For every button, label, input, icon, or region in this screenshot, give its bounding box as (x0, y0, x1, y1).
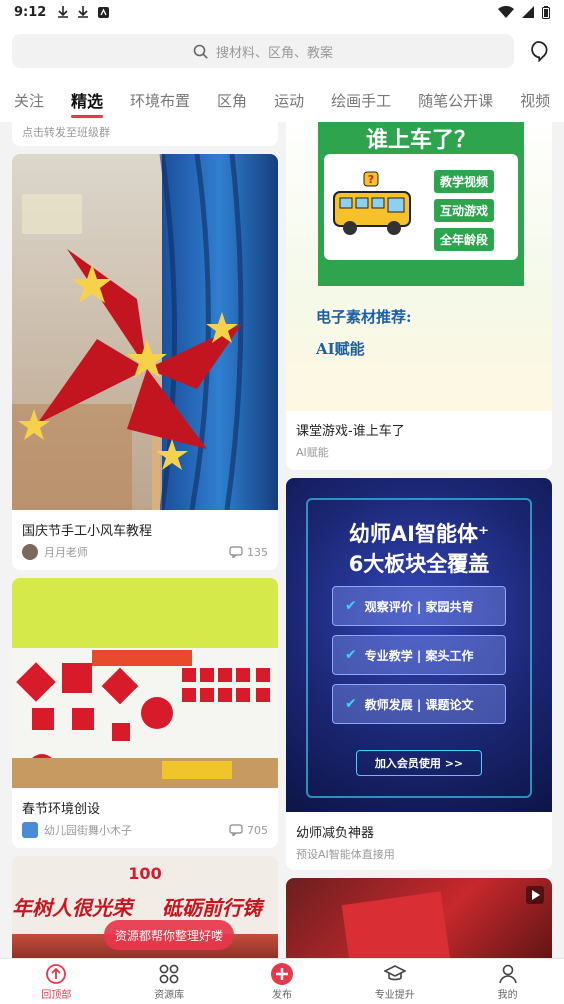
back-to-top-icon (46, 964, 67, 984)
poster-item: ✔ 教师发展 | 课题论文 (332, 684, 506, 724)
video-thumbnail (286, 878, 552, 958)
bottom-navigation: 回顶部 资源库 发布 专业提升 我的 (0, 958, 564, 1004)
poster-headline: 谁上车了？ (365, 128, 476, 153)
signal-icon (522, 6, 534, 18)
pinwheel-photo (12, 154, 278, 510)
user-icon (498, 964, 517, 984)
battery-icon (542, 5, 550, 19)
author-name: 幼儿园街舞小木子 (44, 824, 132, 837)
banner-text-right: 砥砺前行铸 (162, 896, 262, 920)
nav-resource-library[interactable]: 资源库 (113, 959, 226, 1004)
banner-text-left: 年树人很光荣 (12, 896, 132, 920)
comment-count: 705 (229, 824, 268, 837)
card-subtitle: AI赋能 (296, 446, 329, 459)
check-icon: ✔ (345, 598, 357, 614)
tab-featured[interactable]: 精选 (71, 88, 104, 118)
card-meta: 幼儿园街舞小木子 705 (12, 822, 278, 838)
school-bus-illustration: ? (333, 171, 411, 235)
video-play-icon (526, 886, 544, 904)
nav-back-to-top[interactable]: 回顶部 (0, 959, 113, 1004)
tab-video[interactable]: 视频 (520, 90, 550, 111)
poster-tag: 教学视频 (434, 170, 495, 193)
poster-headline1: 幼师AI智能体⁺ (348, 522, 490, 546)
tab-follow[interactable]: 关注 (14, 90, 44, 111)
poster-headline2: 6大板块全覆盖 (348, 552, 490, 576)
search-input[interactable]: 搜材料、区角、教案 (12, 34, 514, 68)
author-name: 月月老师 (44, 546, 88, 559)
app-notification-icon (98, 6, 110, 18)
tab-drawing-craft[interactable]: 绘画手工 (331, 90, 391, 111)
comment-count: 135 (229, 546, 268, 559)
grid-icon (159, 964, 179, 984)
avatar (22, 544, 38, 560)
avatar (22, 822, 38, 838)
tab-essay-open-class[interactable]: 随笔公开课 (418, 90, 493, 111)
card-meta: 月月老师 135 (12, 544, 278, 560)
clock: 9:12 (14, 4, 47, 20)
ai-agent-poster: 幼师AI智能体⁺ 6大板块全覆盖 ✔ 观察评价 | 家园共育 ✔ 专业教学 | … (286, 478, 552, 812)
tab-sports[interactable]: 运动 (274, 90, 304, 111)
card-title: 课堂游戏-谁上车了 (296, 424, 405, 439)
bus-game-poster: 谁上车了？ ? 教学视频 互动游戏 全年龄段 电子素材推荐: AI赋能 (286, 122, 552, 411)
join-member-button[interactable]: 加入会员使用 >> (356, 750, 482, 776)
feed-card[interactable]: 春节环境创设 幼儿园街舞小木子 705 (12, 578, 278, 848)
poster-line2: AI赋能 (316, 340, 365, 358)
wifi-icon (498, 6, 514, 18)
poster-item: ✔ 专业教学 | 案头工作 (332, 635, 506, 675)
toast-message: 资源都帮你整理好喽 (104, 920, 234, 950)
feed-card[interactable] (286, 878, 552, 958)
feed-card[interactable]: 谁上车了？ ? 教学视频 互动游戏 全年龄段 电子素材推荐: AI赋能 课堂游戏… (286, 122, 552, 470)
nav-professional-growth[interactable]: 专业提升 (338, 959, 451, 1004)
nav-mine[interactable]: 我的 (451, 959, 564, 1004)
check-icon: ✔ (345, 696, 357, 712)
comment-icon (229, 824, 243, 836)
comment-icon (229, 546, 243, 558)
feed-card[interactable]: 幼师AI智能体⁺ 6大板块全覆盖 ✔ 观察评价 | 家园共育 ✔ 专业教学 | … (286, 478, 552, 870)
search-placeholder: 搜材料、区角、教案 (215, 45, 333, 61)
category-tabs: 关注 精选 环境布置 区角 运动 绘画手工 随笔公开课 视频 (0, 78, 564, 122)
plus-icon (270, 963, 293, 985)
search-icon (193, 44, 208, 59)
message-icon[interactable] (528, 40, 550, 62)
svg-text:?: ? (368, 173, 374, 186)
poster-line1: 电子素材推荐: (316, 308, 412, 326)
card-subtitle: 预设AI智能体直接用 (296, 848, 395, 861)
poster-tags: 教学视频 互动游戏 全年龄段 (434, 170, 495, 251)
poster-item: ✔ 观察评价 | 家园共育 (332, 586, 506, 626)
check-icon: ✔ (345, 647, 357, 663)
card-title: 幼师减负神器 (296, 826, 375, 841)
red-envelope-shape (341, 891, 451, 958)
feed-card[interactable]: 点击转发至班级群 (12, 122, 278, 146)
poster-tag: 全年龄段 (434, 228, 495, 251)
tab-environment[interactable]: 环境布置 (130, 90, 190, 111)
poster-tag: 互动游戏 (434, 199, 495, 222)
content-feed: 点击转发至班级群 国庆节手工小风车教程 月月老师 135 春节环境创设 幼儿园街… (0, 122, 564, 958)
card-title: 国庆节手工小风车教程 (22, 524, 153, 539)
nav-publish[interactable]: 发布 (226, 959, 339, 1004)
download-icon (78, 6, 89, 18)
search-bar-row: 搜材料、区角、教案 (0, 24, 564, 78)
download-icon (58, 6, 69, 18)
anniversary-badge: 100 (128, 864, 162, 883)
card-title: 春节环境创设 (22, 802, 101, 817)
status-bar: 9:12 (0, 0, 564, 24)
graduation-cap-icon (383, 965, 406, 981)
tab-corner[interactable]: 区角 (217, 90, 247, 111)
spring-festival-photo (12, 578, 278, 788)
feed-card[interactable]: 国庆节手工小风车教程 月月老师 135 (12, 154, 278, 570)
card-snippet: 点击转发至班级群 (22, 126, 110, 139)
